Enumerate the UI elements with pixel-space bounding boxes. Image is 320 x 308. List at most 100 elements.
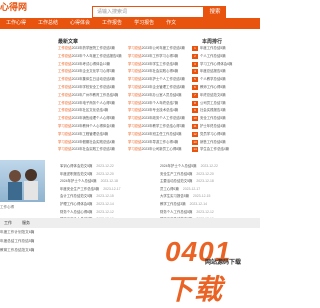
item-title[interactable]: 2023年假期社会实践总结4篇 — [72, 140, 115, 144]
list-item[interactable]: 工作总结2023年企业文化学习心得3篇 — [58, 68, 128, 76]
item-title[interactable]: 2023年考试心得体会10篇 — [72, 62, 110, 66]
category-label[interactable]: 工作总结 — [58, 77, 72, 81]
rank-item[interactable]: 13 销售工作总结6篇 — [192, 139, 260, 147]
list-item[interactable]: 年度安全生产工作总结5篇 2023-12-17 — [60, 186, 121, 194]
category-label[interactable]: 学习总结 — [128, 46, 142, 50]
nav-item[interactable]: 工作心得 — [0, 18, 32, 29]
category-label[interactable]: 学习总结 — [58, 140, 72, 144]
rank-item[interactable]: 6 教师工作心得5篇 — [192, 84, 260, 92]
list-item[interactable]: 学习总结2023年教学工作总结心得3篇 — [128, 123, 190, 131]
category-label[interactable]: 工作总结 — [58, 62, 72, 66]
list-item[interactable]: 学习总结2023年公司新员工心得8篇 — [128, 146, 190, 154]
rank-item[interactable]: 10 安全工作总结5篇 — [192, 115, 260, 123]
category-label[interactable]: 学习总结 — [128, 108, 142, 112]
item-title[interactable]: 教师工作心得5篇 — [200, 85, 226, 89]
item-title[interactable]: 年度述职报告范文5篇 — [60, 172, 92, 176]
nav-item[interactable]: 心得体会 — [64, 18, 96, 29]
category-label[interactable]: 学习总结 — [128, 69, 142, 73]
list-item[interactable]: 教学工作总结3篇 2023-12-14 — [160, 201, 218, 209]
item-title[interactable]: 党员学习心得5篇 — [200, 132, 226, 136]
category-label[interactable]: 学习总结 — [128, 77, 142, 81]
item-title[interactable]: 销售工作总结6篇 — [200, 140, 226, 144]
item-title[interactable]: 2023年专业技术总结4篇 — [142, 108, 179, 112]
category-label[interactable]: 工作总结 — [58, 69, 72, 73]
list-item[interactable]: 主要活动总结范文5篇 2023-12-18 — [160, 178, 218, 186]
list-item[interactable]: 工作总结2023年社区文化总结4篇 — [58, 107, 128, 115]
list-item[interactable]: 学习总结2023年个人年终总结7篇 — [128, 100, 190, 108]
rank-item[interactable]: 4 年度总结报告5篇 — [192, 68, 260, 76]
list-item[interactable]: 学习总结2023年工程管理总结5篇 — [58, 131, 128, 139]
list-item[interactable]: 安全生产工作总结6篇 2023-12-20 — [160, 171, 218, 179]
list-item[interactable]: 工作总结2023年药学医院工作总结5篇 — [58, 45, 128, 53]
item-title[interactable]: 2023年班主任工作总结5篇 — [142, 132, 182, 136]
item-title[interactable]: 2023年社会实践心得6篇 — [142, 69, 179, 73]
item-title[interactable]: 2023年学校安全工作总结6篇 — [72, 85, 115, 89]
item-title[interactable]: 2023年学生工作总结5篇 — [142, 62, 179, 66]
item-title[interactable]: 个人工作总结5篇 — [200, 54, 226, 58]
search-button[interactable]: 搜索 — [204, 6, 226, 18]
category-label[interactable]: 工作总结 — [58, 101, 72, 105]
item-title[interactable]: 2023年公司年度工作总结6篇 — [142, 46, 185, 50]
category-label[interactable]: 学习总结 — [128, 140, 142, 144]
item-title[interactable]: 军训心得体会范文5篇 — [60, 164, 92, 168]
category-label[interactable]: 学习总结 — [128, 101, 142, 105]
item-title[interactable]: 主要活动总结范文5篇 — [160, 179, 192, 183]
list-item[interactable]: 学习总结2023年社会实践心得6篇 — [128, 68, 190, 76]
list-item[interactable]: 学习总结2023年教师个人心得体会5篇 — [58, 123, 128, 131]
rank-item[interactable]: 9 社会实践报告3篇 — [192, 107, 260, 115]
category-label[interactable]: 工作总结 — [58, 85, 72, 89]
list-item[interactable]: 护理工作心得体会8篇 2023-12-14 — [60, 201, 121, 209]
list-item[interactable]: 学习总结2023年企业管理工作总结8篇 — [128, 84, 190, 92]
list-item[interactable]: 工作总结2023年个人年度工作总结报告5篇 — [58, 53, 128, 61]
nav-item[interactable]: 学习报告 — [128, 18, 160, 29]
rank-item[interactable]: 11 护士年终总结4篇 — [192, 123, 260, 131]
list-item[interactable]: 财务个人总结心得6篇 2023-12-12 — [60, 209, 121, 217]
list-item[interactable]: 学习总结2023年学生工作总结5篇 — [128, 61, 190, 69]
list-item[interactable]: 大学生实习报告5篇 2023-12-15 — [160, 193, 218, 201]
item-title[interactable]: 公司员工总结7篇 — [200, 101, 226, 105]
list-item[interactable]: 学习总结2023年政务个人工作总结5篇 — [128, 115, 190, 123]
item-title[interactable]: 安全生产工作总结6篇 — [160, 172, 192, 176]
item-title[interactable]: 2023年教学工作总结心得3篇 — [142, 124, 185, 128]
item-title[interactable]: 2023年政务个人工作总结5篇 — [142, 116, 185, 120]
rank-item[interactable]: 5 个人教学总结6篇 — [192, 76, 260, 84]
list-item[interactable]: 学习总结2023年办公室人员总结6篇 — [128, 92, 190, 100]
list-item[interactable]: 学习总结2023年导游工作心得4篇 — [128, 139, 190, 147]
list-item[interactable]: 学习总结2023年护士个人工作总结5篇 — [128, 76, 190, 84]
category-label[interactable]: 学习总结 — [128, 62, 142, 66]
item-title[interactable]: 2023年个人年终总结7篇 — [142, 101, 179, 105]
category-label[interactable]: 工作总结 — [58, 108, 72, 112]
category-label[interactable]: 工作总结 — [58, 54, 72, 58]
item-title[interactable]: 2023年导游工作心得4篇 — [142, 140, 179, 144]
list-item[interactable]: 军训心得体会范文5篇 2023-12-22 — [60, 163, 121, 171]
item-title[interactable]: 员工心得6篇 — [160, 187, 179, 191]
rank-item[interactable]: 7 年终总结范文8篇 — [192, 92, 260, 100]
item-title[interactable]: 安全工作总结5篇 — [200, 116, 226, 120]
list-item[interactable]: 学习总结2023年专业技术总结4篇 — [128, 107, 190, 115]
item-title[interactable]: 2023年电子商务个人心得5篇 — [72, 101, 115, 105]
item-title[interactable]: 2023年社会实践工作总结3篇 — [72, 147, 115, 151]
category-label[interactable]: 工作总结 — [58, 46, 72, 50]
search-input[interactable]: 请输入搜索词 — [92, 6, 204, 18]
item-title[interactable]: 学习工作心得体会6篇 — [200, 62, 232, 66]
rank-item[interactable]: 2 个人工作总结5篇 — [192, 53, 260, 61]
item-title[interactable]: 会计工作总结范文5篇 — [60, 194, 92, 198]
nav-item[interactable]: 作文 — [160, 18, 182, 29]
rank-item[interactable]: 12 党员学习心得5篇 — [192, 131, 260, 139]
list-item[interactable]: 会计工作总结范文5篇 2023-12-15 — [60, 193, 121, 201]
nav-item[interactable]: 工作总结 — [32, 18, 64, 29]
item-title[interactable]: 年度总结报告5篇 — [200, 69, 226, 73]
item-title[interactable]: 2023年公司新员工心得8篇 — [142, 147, 182, 151]
list-item[interactable]: 财务个人工作总结5篇 2023-12-12 — [160, 209, 218, 217]
category-label[interactable]: 学习总结 — [58, 132, 72, 136]
item-title[interactable]: 护士年终总结4篇 — [200, 124, 226, 128]
item-title[interactable]: 2023年企业文化学习心得3篇 — [72, 69, 115, 73]
category-label[interactable]: 学习总结 — [128, 54, 142, 58]
list-item[interactable]: 教育工作总结范文6篇 — [0, 246, 120, 255]
rank-item[interactable]: 3 学习工作心得体会6篇 — [192, 61, 260, 69]
list-item[interactable]: 学习总结2023年社会实践工作总结3篇 — [58, 146, 128, 154]
item-title[interactable]: 2023年社区文化总结4篇 — [72, 108, 109, 112]
item-title[interactable]: 年终总结范文8篇 — [200, 93, 226, 97]
item-title[interactable]: 学生会工作总结4篇 — [200, 147, 229, 151]
list-item[interactable]: 年度工作计划范文6篇 — [0, 228, 120, 237]
